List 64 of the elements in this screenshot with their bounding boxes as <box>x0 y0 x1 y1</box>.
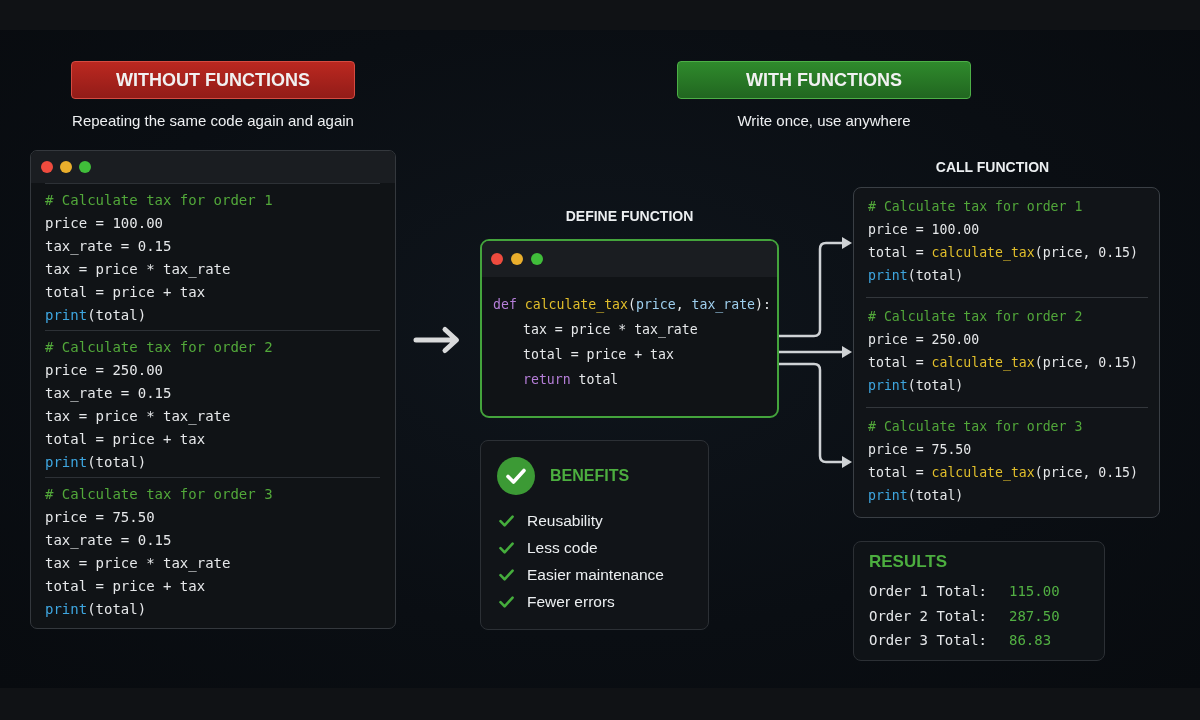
code-line: price = 250.00 <box>45 361 163 380</box>
window-dot-icon <box>79 161 91 173</box>
benefits-title: BENEFITS <box>550 467 630 485</box>
benefit-item: Reusability <box>527 511 603 531</box>
benefit-item: Fewer errors <box>527 592 615 612</box>
code-line: total = price + tax <box>45 283 206 302</box>
section-heading: CALL FUNCTION <box>935 158 1050 176</box>
code-line: # Calculate tax for order 2 <box>868 308 1083 326</box>
right-arrow-icon <box>413 325 461 355</box>
code-line: # Calculate tax for order 1 <box>868 198 1083 216</box>
code-line: price = 75.50 <box>868 441 972 459</box>
result-value: 287.50 <box>1009 606 1060 626</box>
result-label: Order 1 Total: <box>869 582 988 601</box>
code-line: total = calculate_tax(price, 0.15) <box>868 244 1138 263</box>
window-dot-icon <box>60 161 72 173</box>
title-badge: WITHOUT FUNCTIONS <box>71 61 355 99</box>
code-line: tax_rate = 0.15 <box>45 384 172 404</box>
code-line: price = 250.00 <box>868 331 980 349</box>
title-badge: WITH FUNCTIONS <box>677 61 971 99</box>
code-line: def calculate_tax(price, tax_rate): <box>493 296 771 315</box>
code-line: total = price + tax <box>45 430 206 449</box>
code-line: # Calculate tax for order 1 <box>45 191 273 210</box>
code-line: tax_rate = 0.15 <box>45 237 172 257</box>
subtitle: Repeating the same code again and again <box>72 111 354 131</box>
code-line: tax = price * tax_rate <box>45 554 231 574</box>
result-value: 86.83 <box>1009 631 1052 650</box>
code-line: total = calculate_tax(price, 0.15) <box>868 464 1138 483</box>
window-dot-icon <box>511 253 523 265</box>
check-icon <box>499 568 514 581</box>
section-heading: DEFINE FUNCTION <box>565 207 694 225</box>
code-line: total = calculate_tax(price, 0.15) <box>868 354 1138 373</box>
check-icon <box>499 514 514 527</box>
window-dot-icon <box>41 161 53 173</box>
check-circle-icon <box>497 457 535 495</box>
code-line: print(total) <box>868 487 964 505</box>
code-line: tax = price * tax_rate <box>523 321 698 340</box>
code-line: tax = price * tax_rate <box>45 260 231 280</box>
code-line: total = price + tax <box>45 577 206 596</box>
code-line: # Calculate tax for order 3 <box>868 418 1083 436</box>
code-line: print(total) <box>45 453 147 472</box>
subtitle: Write once, use anywhere <box>737 111 911 131</box>
result-label: Order 2 Total: <box>869 606 988 626</box>
code-line: print(total) <box>45 600 147 619</box>
check-icon <box>499 595 514 608</box>
window-dot-icon <box>491 253 503 265</box>
code-line: total = price + tax <box>523 346 674 364</box>
result-value: 115.00 <box>1009 582 1060 601</box>
code-line: price = 100.00 <box>868 221 980 239</box>
benefit-item: Easier maintenance <box>527 565 664 585</box>
code-line: # Calculate tax for order 3 <box>45 485 273 504</box>
results-title: RESULTS <box>869 551 949 573</box>
benefit-item: Less code <box>527 538 598 558</box>
code-line: # Calculate tax for order 2 <box>45 338 273 357</box>
code-line: print(total) <box>868 267 964 285</box>
code-line: print(total) <box>45 306 147 325</box>
window-dot-icon <box>531 253 543 265</box>
code-line: print(total) <box>868 377 964 395</box>
code-line: tax = price * tax_rate <box>45 407 231 427</box>
code-line: price = 75.50 <box>45 508 155 527</box>
code-line: price = 100.00 <box>45 214 163 233</box>
code-line: tax_rate = 0.15 <box>45 531 172 551</box>
check-icon <box>499 541 514 554</box>
result-label: Order 3 Total: <box>869 631 988 650</box>
code-line: return total <box>523 371 619 389</box>
